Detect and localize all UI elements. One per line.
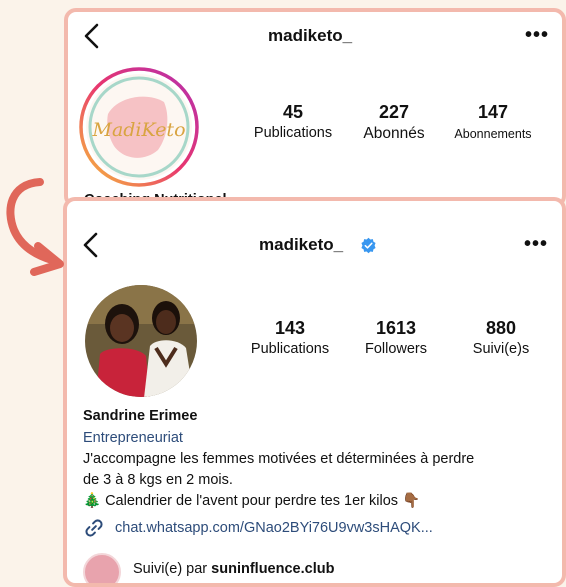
stat-following[interactable]: 147 Abonnements: [443, 102, 543, 141]
bio-link[interactable]: chat.whatsapp.com/GNao2BYi76U9vw3sHAQK..…: [115, 518, 433, 539]
stat-followers[interactable]: 1613 Followers: [355, 318, 437, 357]
bio-line-3: 🎄 Calendrier de l'avent pour perdre tes …: [83, 493, 421, 509]
bio-line-1: J'accompagne les femmes motivées et déte…: [83, 451, 475, 467]
more-options-icon[interactable]: •••: [524, 233, 548, 256]
stat-followers[interactable]: 227 Abonnés: [353, 102, 435, 143]
followed-by-avatar[interactable]: [83, 553, 121, 583]
curved-arrow-icon: [6, 178, 64, 276]
profile-name: Sandrine Erimee: [83, 408, 198, 424]
back-arrow-icon[interactable]: [80, 22, 104, 50]
madiketo-logo-text: MadiKeto: [91, 119, 185, 141]
back-arrow-icon[interactable]: [79, 231, 103, 259]
new-profile-card: madiketo_ ••• 143 Publications 1613 Foll…: [63, 197, 566, 587]
followed-by-text[interactable]: Suivi(e) par suninfluence.club: [133, 559, 334, 580]
link-icon: [85, 519, 103, 537]
avatar[interactable]: MadiKeto: [78, 66, 200, 188]
profile-username: madiketo_: [259, 235, 344, 254]
more-options-icon[interactable]: •••: [525, 24, 549, 47]
stat-publications[interactable]: 143 Publications: [242, 318, 338, 357]
avatar[interactable]: [84, 284, 198, 398]
old-profile-card: madiketo_ ••• MadiKeto 45 Publications 2…: [64, 8, 566, 208]
profile-username: madiketo_: [268, 26, 353, 45]
stat-publications[interactable]: 45 Publications: [248, 102, 338, 141]
profile-category[interactable]: Entrepreneuriat: [83, 428, 183, 449]
bio-line-2: de 3 à 8 kgs en 2 mois.: [83, 472, 233, 488]
verified-badge-icon: [361, 237, 376, 254]
stat-following[interactable]: 880 Suivi(e)s: [457, 318, 545, 357]
